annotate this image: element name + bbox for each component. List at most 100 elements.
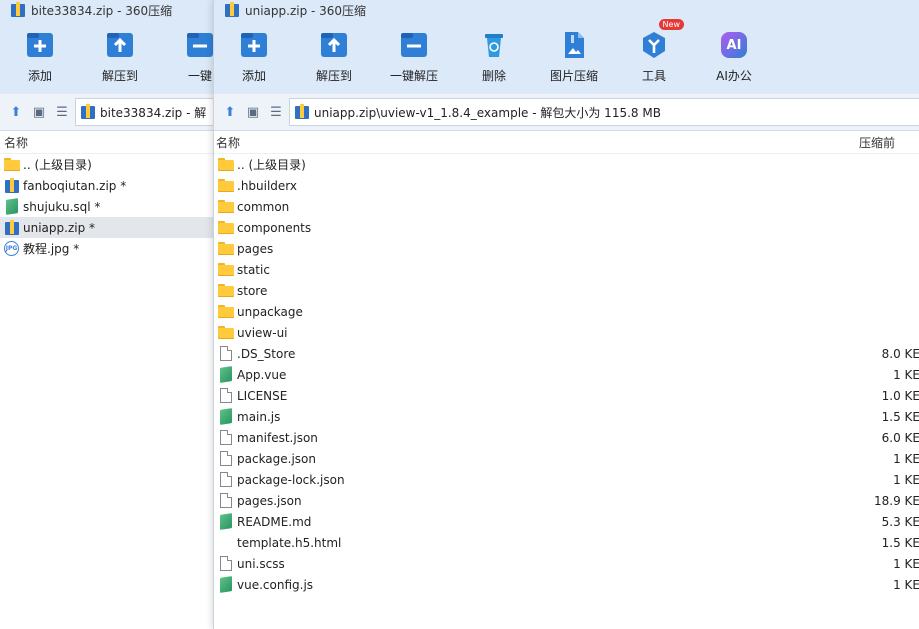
one-click-extract-icon <box>398 29 430 61</box>
file-size: 1 KE <box>893 472 919 487</box>
file-row[interactable]: .DS_Store 8.0 KE <box>214 343 919 364</box>
back-toolbar: 添加 解压到 一键 <box>0 20 240 94</box>
file-row[interactable]: App.vue 1 KE <box>214 364 919 385</box>
front-addressbar: ⬆ ▣ ☰ uniapp.zip\uview-v1_1.8.4_example … <box>214 94 919 131</box>
file-row[interactable]: uni.scss 1 KE <box>214 553 919 574</box>
file-row[interactable]: package.json 1 KE <box>214 448 919 469</box>
file-row[interactable]: common <box>214 196 919 217</box>
front-tool-one-click-extract[interactable]: 一键解压 <box>374 20 454 94</box>
front-tool-delete[interactable]: 删除 <box>454 20 534 94</box>
column-name-header[interactable]: 名称 <box>0 134 28 151</box>
file-row[interactable]: fanboqiutan.zip * <box>0 175 240 196</box>
front-tool-extract-to[interactable]: 解压到 <box>294 20 374 94</box>
tool-label: 一键 <box>187 69 212 83</box>
front-address-field[interactable]: uniapp.zip\uview-v1_1.8.4_example - 解包大小… <box>289 98 919 126</box>
document-icon <box>218 388 234 404</box>
back-tool-add[interactable]: 添加 <box>0 20 80 94</box>
file-name: .hbuilderx <box>237 178 298 193</box>
file-row[interactable]: LICENSE 1.0 KE <box>214 385 919 406</box>
up-arrow-icon[interactable]: ⬆ <box>220 102 240 122</box>
folder-icon <box>218 199 234 215</box>
document-icon <box>218 451 234 467</box>
file-row[interactable]: uview-ui <box>214 322 919 343</box>
image-compress-icon <box>558 29 590 61</box>
file-name: template.h5.html <box>237 535 342 550</box>
file-name: main.js <box>237 409 281 424</box>
file-row[interactable]: pages.json 18.9 KE <box>214 490 919 511</box>
file-name: common <box>237 199 290 214</box>
file-row[interactable]: pages <box>214 238 919 259</box>
file-name: components <box>237 220 312 235</box>
add-icon <box>24 29 56 61</box>
document-icon <box>218 346 234 362</box>
zip-icon <box>4 219 20 236</box>
file-row[interactable]: .hbuilderx <box>214 175 919 196</box>
back-toolbar-area: bite33834.zip - 360压缩 添加 解压到 一键 <box>0 0 240 94</box>
file-name: pages.json <box>237 493 302 508</box>
tool-label: 图片压缩 <box>549 69 598 83</box>
file-row[interactable]: main.js 1.5 KE <box>214 406 919 427</box>
file-row[interactable]: components <box>214 217 919 238</box>
file-row[interactable]: JPG 教程.jpg * <box>0 238 240 259</box>
green-file-icon <box>218 408 234 425</box>
file-row[interactable]: template.h5.html 1.5 KE <box>214 532 919 553</box>
ai-office-icon: AI <box>718 29 750 61</box>
file-size: 1.5 KE <box>881 535 919 550</box>
thumbnail-view-icon[interactable]: ▣ <box>243 102 263 122</box>
tool-label: 添加 <box>241 69 266 83</box>
file-row[interactable]: README.md 5.3 KE <box>214 511 919 532</box>
back-tool-extract-to[interactable]: 解压到 <box>80 20 160 94</box>
file-name: unpackage <box>237 304 303 319</box>
back-titlebar: bite33834.zip - 360压缩 <box>0 0 240 20</box>
back-address-text: bite33834.zip - 解 <box>100 105 207 120</box>
file-name: package-lock.json <box>237 472 345 487</box>
front-tool-tools[interactable]: New 工具 <box>614 19 694 94</box>
file-name: README.md <box>237 514 312 529</box>
front-toolbar-area: uniapp.zip - 360压缩 添加 解压到 一键解压 删除 图片压缩 New 工具 A… <box>214 0 919 94</box>
document-icon <box>218 493 234 509</box>
back-archive-window[interactable]: bite33834.zip - 360压缩 添加 解压到 一键 ⬆ ▣ ☰ bite… <box>0 0 241 629</box>
file-row[interactable]: uniapp.zip * <box>0 217 240 238</box>
file-row[interactable]: .. (上级目录) <box>214 154 919 175</box>
list-view-icon[interactable]: ☰ <box>266 102 286 122</box>
file-name: App.vue <box>237 367 287 382</box>
green-file-icon <box>218 366 234 383</box>
folder-icon <box>218 283 234 299</box>
file-row[interactable]: manifest.json 6.0 KE <box>214 427 919 448</box>
tool-label: 工具 <box>641 69 666 83</box>
folder-icon <box>218 262 234 278</box>
column-size-header[interactable]: 压缩前 <box>859 134 895 151</box>
front-archive-window[interactable]: uniapp.zip - 360压缩 添加 解压到 一键解压 删除 图片压缩 New 工具 A… <box>213 0 919 629</box>
file-row[interactable]: store <box>214 280 919 301</box>
front-window-title: uniapp.zip - 360压缩 <box>245 3 367 18</box>
up-arrow-icon[interactable]: ⬆ <box>6 102 26 122</box>
file-name: shujuku.sql * <box>23 199 101 214</box>
file-row[interactable]: unpackage <box>214 301 919 322</box>
file-name: fanboqiutan.zip * <box>23 178 127 193</box>
green-file-icon <box>218 513 234 530</box>
back-addressbar: ⬆ ▣ ☰ bite33834.zip - 解 <box>0 94 240 131</box>
file-size: 5.3 KE <box>881 514 919 529</box>
document-icon <box>218 472 234 488</box>
column-name-header[interactable]: 名称 <box>214 134 240 151</box>
file-row[interactable]: .. (上级目录) <box>0 154 240 175</box>
file-row[interactable]: static <box>214 259 919 280</box>
front-tool-ai-office[interactable]: AI AI办公 <box>694 20 774 94</box>
tools-icon: New <box>638 19 684 61</box>
file-name: pages <box>237 241 274 256</box>
file-name: .DS_Store <box>237 346 296 361</box>
tool-label: 删除 <box>481 69 506 83</box>
file-size: 1 KE <box>893 556 919 571</box>
folder-icon <box>218 304 234 320</box>
file-row[interactable]: package-lock.json 1 KE <box>214 469 919 490</box>
zip-icon <box>294 104 310 120</box>
list-view-icon[interactable]: ☰ <box>52 102 72 122</box>
blank-icon <box>218 535 234 551</box>
file-row[interactable]: vue.config.js 1 KE <box>214 574 919 595</box>
front-tool-add[interactable]: 添加 <box>214 20 294 94</box>
file-row[interactable]: shujuku.sql * <box>0 196 240 217</box>
new-badge: New <box>658 19 684 30</box>
file-name: vue.config.js <box>237 577 314 592</box>
front-tool-image-compress[interactable]: 图片压缩 <box>534 20 614 94</box>
thumbnail-view-icon[interactable]: ▣ <box>29 102 49 122</box>
